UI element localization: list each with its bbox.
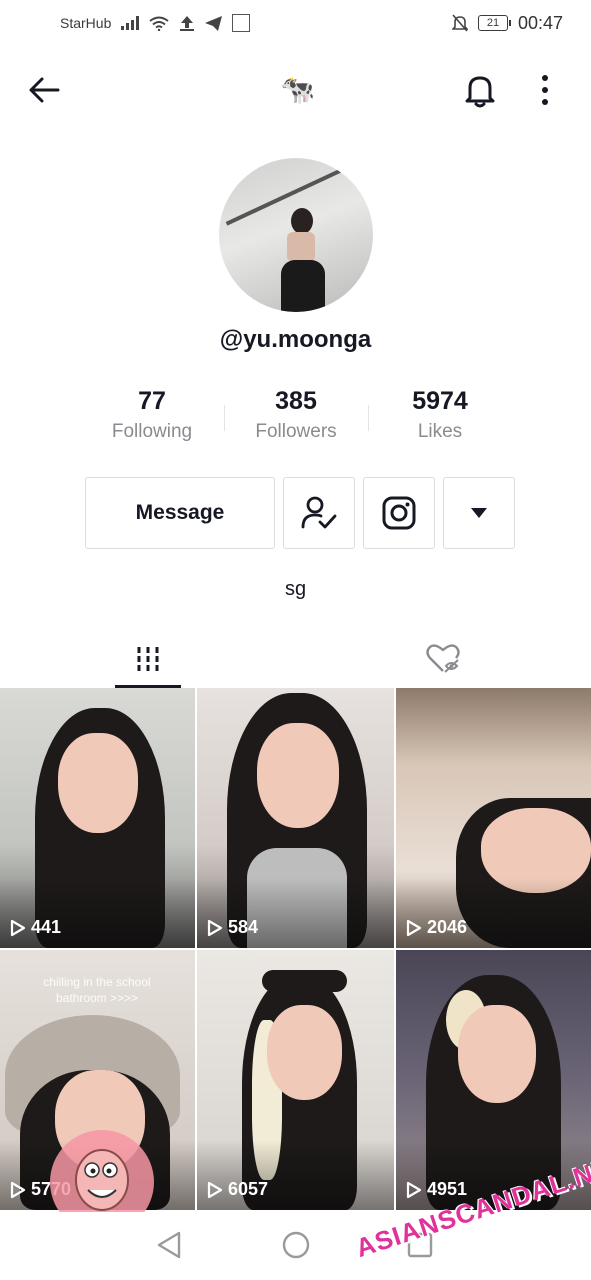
play-icon bbox=[10, 1181, 26, 1198]
system-navigation-bar bbox=[0, 1212, 591, 1280]
stat-followers-label: Followers bbox=[255, 421, 337, 442]
thumbnail-face bbox=[267, 1005, 342, 1100]
username: @yu.moonga bbox=[219, 326, 372, 353]
carrier-name: StarHub bbox=[60, 15, 112, 31]
telegram-icon bbox=[205, 15, 223, 31]
status-bar: StarHub 21 00:47 bbox=[0, 0, 591, 46]
more-vertical-icon[interactable] bbox=[530, 70, 560, 110]
following-status-button[interactable] bbox=[283, 477, 355, 549]
view-count: 4951 bbox=[406, 1179, 467, 1200]
profile-actions: Message bbox=[85, 477, 515, 549]
profile-bio: sg bbox=[284, 578, 307, 600]
video-thumbnail[interactable]: 2046 bbox=[396, 688, 591, 948]
battery-indicator: 21 bbox=[477, 15, 511, 31]
stat-following[interactable]: 77 Following bbox=[80, 385, 224, 455]
stat-following-label: Following bbox=[111, 421, 193, 442]
triangle-down-icon bbox=[471, 508, 487, 518]
view-count: 441 bbox=[10, 917, 61, 938]
thumbnail-sunglasses bbox=[262, 970, 347, 992]
thumbnail-face bbox=[58, 733, 138, 833]
mute-bell-icon bbox=[451, 14, 468, 32]
video-thumbnail[interactable]: 441 bbox=[0, 688, 195, 948]
status-left: StarHub bbox=[60, 14, 251, 32]
grid-icon bbox=[137, 647, 159, 671]
video-thumbnail[interactable]: 584 bbox=[197, 688, 394, 948]
wifi-icon bbox=[149, 16, 169, 31]
play-icon bbox=[207, 1181, 223, 1198]
profile-stats: 77 Following 385 Followers 5974 Likes bbox=[80, 385, 512, 455]
view-count-value: 441 bbox=[31, 917, 62, 937]
thumbnail-face bbox=[257, 723, 339, 828]
clock: 00:47 bbox=[517, 12, 563, 33]
tab-liked[interactable] bbox=[410, 630, 476, 688]
thumbnail-face bbox=[458, 1005, 536, 1103]
user-check-icon bbox=[301, 496, 337, 529]
view-count-value: 584 bbox=[228, 917, 259, 937]
play-icon bbox=[406, 1181, 422, 1198]
view-count: 2046 bbox=[406, 917, 467, 938]
instagram-button[interactable] bbox=[363, 477, 435, 549]
stat-likes-label: Likes bbox=[417, 421, 463, 442]
suggested-accounts-button[interactable] bbox=[443, 477, 515, 549]
view-count-value: 4951 bbox=[427, 1179, 468, 1199]
signal-icon bbox=[121, 16, 140, 30]
stat-followers-count: 385 bbox=[275, 387, 317, 415]
message-button[interactable]: Message bbox=[85, 477, 275, 549]
home-circle-icon[interactable] bbox=[281, 1230, 311, 1260]
liked-private-icon bbox=[426, 644, 460, 673]
view-count: 584 bbox=[207, 917, 258, 938]
view-count-value: 6057 bbox=[228, 1179, 269, 1199]
avatar[interactable] bbox=[219, 158, 373, 312]
upload-icon bbox=[180, 16, 195, 31]
play-icon bbox=[10, 919, 26, 936]
stat-likes[interactable]: 5974 Likes bbox=[368, 385, 512, 455]
bell-icon[interactable] bbox=[460, 70, 500, 110]
status-right: 21 00:47 bbox=[451, 12, 563, 34]
profile-tabs bbox=[0, 630, 591, 688]
play-icon bbox=[406, 919, 422, 936]
stat-following-count: 77 bbox=[138, 387, 166, 415]
notification-thumbnail-icon bbox=[232, 14, 251, 32]
top-nav: 🐄 bbox=[0, 60, 591, 120]
avatar-skirt bbox=[281, 260, 325, 312]
view-count-value: 2046 bbox=[427, 917, 468, 937]
avatar-body bbox=[287, 232, 315, 262]
avatar-head bbox=[291, 208, 313, 234]
tab-videos[interactable] bbox=[115, 630, 181, 688]
play-icon bbox=[207, 919, 223, 936]
arrow-left-icon[interactable] bbox=[26, 70, 66, 110]
stat-followers[interactable]: 385 Followers bbox=[224, 385, 368, 455]
video-caption: chilling in the school bathroom >>>> bbox=[43, 975, 151, 1005]
back-triangle-icon[interactable] bbox=[155, 1230, 183, 1260]
view-count: 6057 bbox=[207, 1179, 268, 1200]
video-thumbnail[interactable]: 6057 bbox=[197, 950, 394, 1210]
instagram-icon bbox=[382, 496, 416, 530]
profile-nickname-emoji: 🐄 bbox=[280, 74, 315, 105]
avatar-figure bbox=[279, 208, 325, 312]
stat-likes-count: 5974 bbox=[412, 387, 468, 415]
